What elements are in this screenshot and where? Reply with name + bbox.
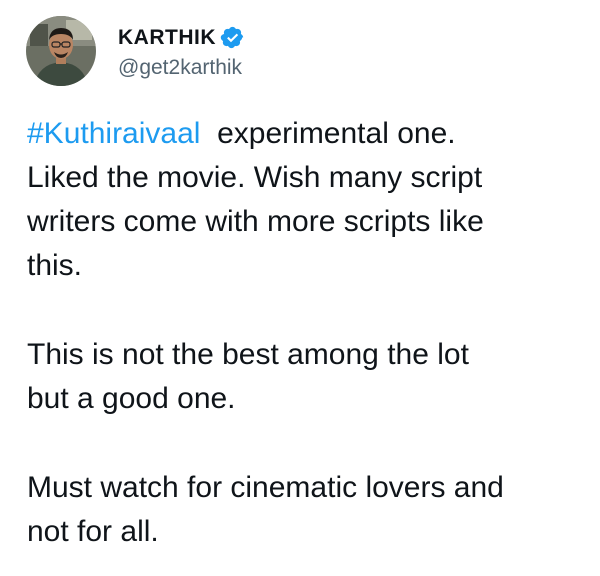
tweet-line: Liked the movie. Wish many script (27, 161, 483, 194)
tweet-header: KARTHIK @get2karthik (26, 16, 245, 86)
tweet-line: not for all. (27, 515, 159, 548)
tweet-line: writers come with more scripts like (27, 205, 484, 238)
tweet-line: this. (27, 249, 83, 282)
hashtag-link[interactable]: #Kuthiraivaal (27, 117, 200, 150)
tweet-card: KARTHIK @get2karthik #Kuthiraivaal exper… (0, 0, 600, 576)
tweet-body: #Kuthiraivaal experimental one. Liked th… (27, 112, 600, 554)
avatar[interactable] (26, 16, 96, 86)
tweet-line: Must watch for cinematic lovers and (27, 471, 504, 504)
tweet-line: #Kuthiraivaal experimental one. (27, 112, 600, 156)
tweet-line: but a good one. (27, 382, 236, 415)
author-handle[interactable]: @get2karthik (118, 56, 245, 80)
tweet-line: This is not the best among the lot (27, 338, 469, 371)
name-row: KARTHIK (118, 23, 245, 53)
avatar-photo (26, 16, 96, 86)
author-block: KARTHIK @get2karthik (118, 23, 245, 80)
tweet-line-text: experimental one. (200, 117, 456, 150)
verified-badge-icon (220, 25, 245, 50)
author-display-name[interactable]: KARTHIK (118, 26, 216, 50)
